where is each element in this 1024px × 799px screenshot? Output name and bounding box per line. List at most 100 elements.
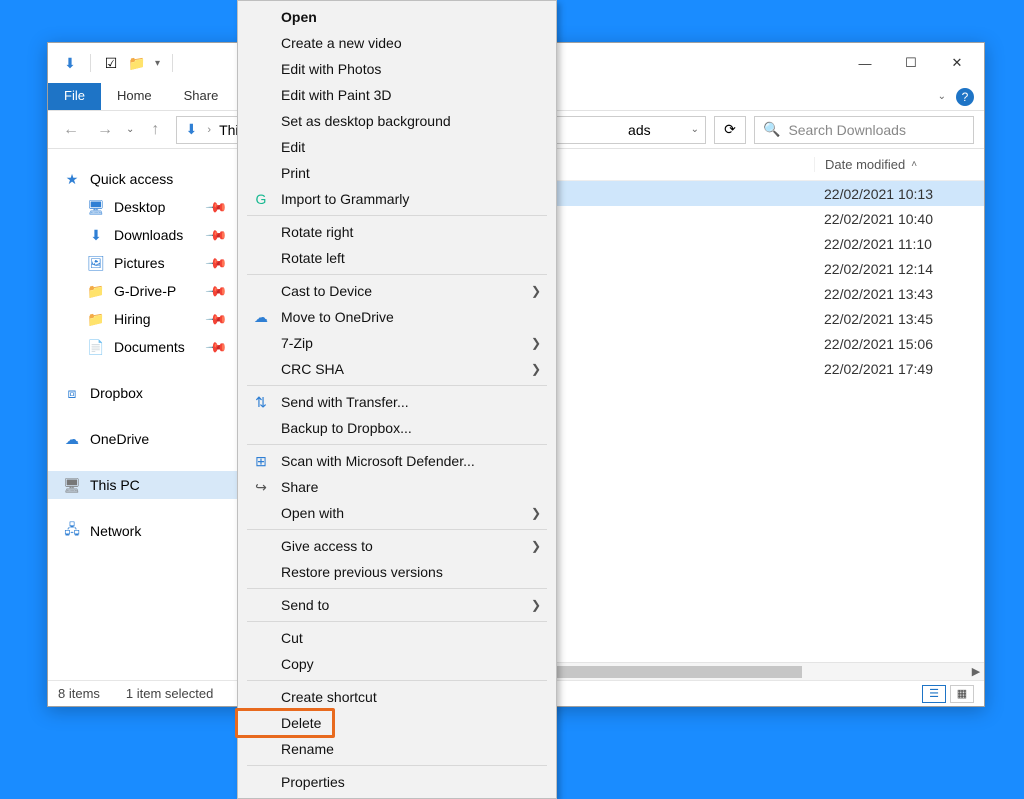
submenu-arrow-icon: ❯ <box>531 284 541 298</box>
menu-item-label: Restore previous versions <box>281 564 443 580</box>
tab-share[interactable]: Share <box>168 83 235 110</box>
search-input[interactable]: 🔍 Search Downloads <box>754 116 974 144</box>
folder-icon[interactable]: 📁 <box>129 55 145 71</box>
menu-delete[interactable]: Delete <box>241 710 553 736</box>
menu-cut[interactable]: Cut <box>241 625 553 651</box>
sidebar-network[interactable]: 🖧 Network <box>48 517 239 545</box>
menu-separator <box>247 529 547 530</box>
menu-separator <box>247 765 547 766</box>
menu-item-label: Create shortcut <box>281 689 377 705</box>
search-placeholder: Search Downloads <box>788 122 906 138</box>
chevron-down-icon[interactable]: ⌄ <box>938 91 946 102</box>
separator <box>90 54 91 72</box>
details-view-button[interactable]: ☰ <box>922 685 946 703</box>
menu-set-as-desktop-background[interactable]: Set as desktop background <box>241 108 553 134</box>
menu-crc-sha[interactable]: CRC SHA❯ <box>241 356 553 382</box>
nav-label: G-Drive-P <box>114 283 176 299</box>
down-arrow-icon[interactable]: ⬇ <box>62 55 78 71</box>
scroll-right-icon[interactable]: ▶ <box>968 665 984 678</box>
menu-restore-previous-versions[interactable]: Restore previous versions <box>241 559 553 585</box>
sidebar-this-pc[interactable]: 🖥 This PC <box>48 471 239 499</box>
sidebar-item-g-drive-p[interactable]: 📁G-Drive-P📌 <box>48 277 239 305</box>
close-button[interactable]: ✕ <box>934 48 980 78</box>
chevron-down-icon[interactable]: ⌄ <box>691 124 699 135</box>
menu-move-to-onedrive[interactable]: ☁Move to OneDrive <box>241 304 553 330</box>
menu-send-to[interactable]: Send to❯ <box>241 592 553 618</box>
back-button[interactable]: ← <box>58 121 84 139</box>
submenu-arrow-icon: ❯ <box>531 336 541 350</box>
menu-open[interactable]: Open <box>241 4 553 30</box>
chevron-right-icon: › <box>207 124 211 136</box>
refresh-button[interactable]: ⟳ <box>714 116 746 144</box>
file-date: 22/02/2021 13:43 <box>814 286 984 302</box>
menu-item-label: Edit with Photos <box>281 61 381 77</box>
menu-item-label: Rotate left <box>281 250 345 266</box>
chevron-down-icon[interactable]: ▾ <box>155 58 160 69</box>
nav-item-icon: 📁 <box>88 311 104 327</box>
menu-item-label: Cut <box>281 630 303 646</box>
crumb-text[interactable]: ads <box>628 122 651 138</box>
menu-item-label: Open <box>281 9 317 25</box>
pin-icon: 📌 <box>204 251 228 275</box>
pin-icon: 📌 <box>204 195 228 219</box>
menu-rename[interactable]: Rename <box>241 736 553 762</box>
thumbnails-view-button[interactable]: ▦ <box>950 685 974 703</box>
file-date: 22/02/2021 17:49 <box>814 361 984 377</box>
column-date[interactable]: Date modified ˄ <box>814 157 984 172</box>
file-date: 22/02/2021 11:10 <box>814 236 984 252</box>
menu-edit[interactable]: Edit <box>241 134 553 160</box>
menu-item-label: Share <box>281 479 318 495</box>
menu-print[interactable]: Print <box>241 160 553 186</box>
menu-edit-with-photos[interactable]: Edit with Photos <box>241 56 553 82</box>
quick-access-root[interactable]: ★ Quick access <box>48 165 239 193</box>
menu-item-label: Cast to Device <box>281 283 372 299</box>
sidebar-item-hiring[interactable]: 📁Hiring📌 <box>48 305 239 333</box>
recent-chevron-icon[interactable]: ⌄ <box>126 124 134 135</box>
nav-item-icon: 📄 <box>88 339 104 355</box>
menu-rotate-right[interactable]: Rotate right <box>241 219 553 245</box>
menu-cast-to-device[interactable]: Cast to Device ❯ <box>241 278 553 304</box>
up-button[interactable]: ↑ <box>142 121 168 139</box>
menu-item-label: Import to Grammarly <box>281 191 409 207</box>
menu-open-with[interactable]: Open with❯ <box>241 500 553 526</box>
menu-create-a-new-video[interactable]: Create a new video <box>241 30 553 56</box>
sidebar-onedrive[interactable]: ☁ OneDrive <box>48 425 239 453</box>
menu-create-shortcut[interactable]: Create shortcut <box>241 684 553 710</box>
menu-item-label: Print <box>281 165 310 181</box>
menu-copy[interactable]: Copy <box>241 651 553 677</box>
menu-item-label: Give access to <box>281 538 373 554</box>
tab-home[interactable]: Home <box>101 83 168 110</box>
sidebar-item-downloads[interactable]: ⬇Downloads📌 <box>48 221 239 249</box>
sidebar-item-documents[interactable]: 📄Documents📌 <box>48 333 239 361</box>
checkbox-icon[interactable]: ☑ <box>103 55 119 71</box>
minimize-button[interactable]: — <box>842 48 888 78</box>
sidebar-dropbox[interactable]: ⧈ Dropbox <box>48 379 239 407</box>
menu-give-access-to[interactable]: Give access to❯ <box>241 533 553 559</box>
menu-separator <box>247 680 547 681</box>
menu-share[interactable]: ↪Share <box>241 474 553 500</box>
nav-item-icon: 🖥 <box>88 199 104 215</box>
menu-edit-with-paint-3d[interactable]: Edit with Paint 3D <box>241 82 553 108</box>
sidebar-item-pictures[interactable]: 🖼Pictures📌 <box>48 249 239 277</box>
menu-item-label: Backup to Dropbox... <box>281 420 412 436</box>
sidebar-item-desktop[interactable]: 🖥Desktop📌 <box>48 193 239 221</box>
menu-rotate-left[interactable]: Rotate left <box>241 245 553 271</box>
submenu-arrow-icon: ❯ <box>531 362 541 376</box>
maximize-button[interactable]: ☐ <box>888 48 934 78</box>
nav-label: Quick access <box>90 171 173 187</box>
tab-file[interactable]: File <box>48 83 101 110</box>
menu-item-label: 7-Zip <box>281 335 313 351</box>
submenu-arrow-icon: ❯ <box>531 598 541 612</box>
menu-scan-with-microsoft-defender[interactable]: ⊞Scan with Microsoft Defender... <box>241 448 553 474</box>
view-switcher: ☰ ▦ <box>922 685 974 703</box>
menu-send-with-transfer[interactable]: ⇅Send with Transfer... <box>241 389 553 415</box>
help-icon[interactable]: ? <box>956 88 974 106</box>
menu-7-zip[interactable]: 7-Zip ❯ <box>241 330 553 356</box>
nav-label: OneDrive <box>90 431 149 447</box>
forward-button[interactable]: → <box>92 121 118 139</box>
menu-backup-to-dropbox[interactable]: Backup to Dropbox... <box>241 415 553 441</box>
menu-item-label: Move to OneDrive <box>281 309 394 325</box>
menu-import-to-grammarly[interactable]: GImport to Grammarly <box>241 186 553 212</box>
menu-properties[interactable]: Properties <box>241 769 553 795</box>
star-icon: ★ <box>64 171 80 187</box>
